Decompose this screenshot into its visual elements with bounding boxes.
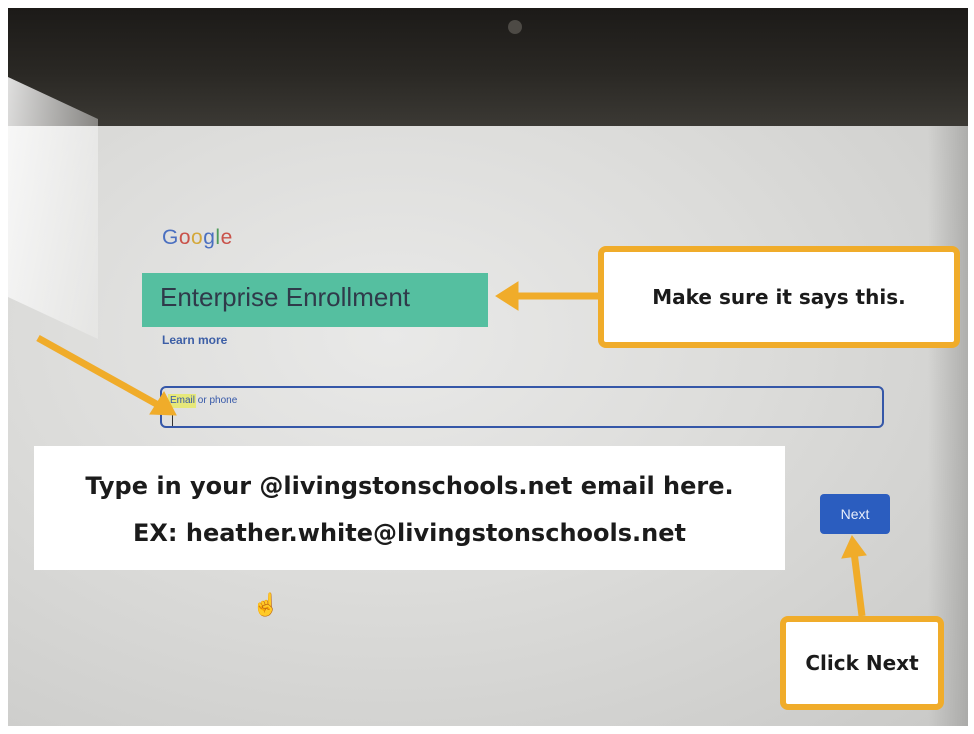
arrow-to-next	[850, 551, 866, 617]
title-callout-text: Make sure it says this.	[652, 285, 906, 309]
next-callout-text: Click Next	[805, 651, 919, 675]
instruction-line-2: EX: heather.white@livingstonschools.net	[133, 519, 686, 547]
title-callout: Make sure it says this.	[598, 246, 960, 348]
arrow-to-email	[36, 334, 162, 410]
instruction-line-1: Type in your @livingstonschools.net emai…	[85, 472, 734, 500]
instruction-callout	[34, 446, 785, 570]
arrow-to-title-head	[495, 281, 519, 311]
arrow-to-next-head	[841, 535, 867, 559]
next-callout: Click Next	[780, 616, 944, 710]
